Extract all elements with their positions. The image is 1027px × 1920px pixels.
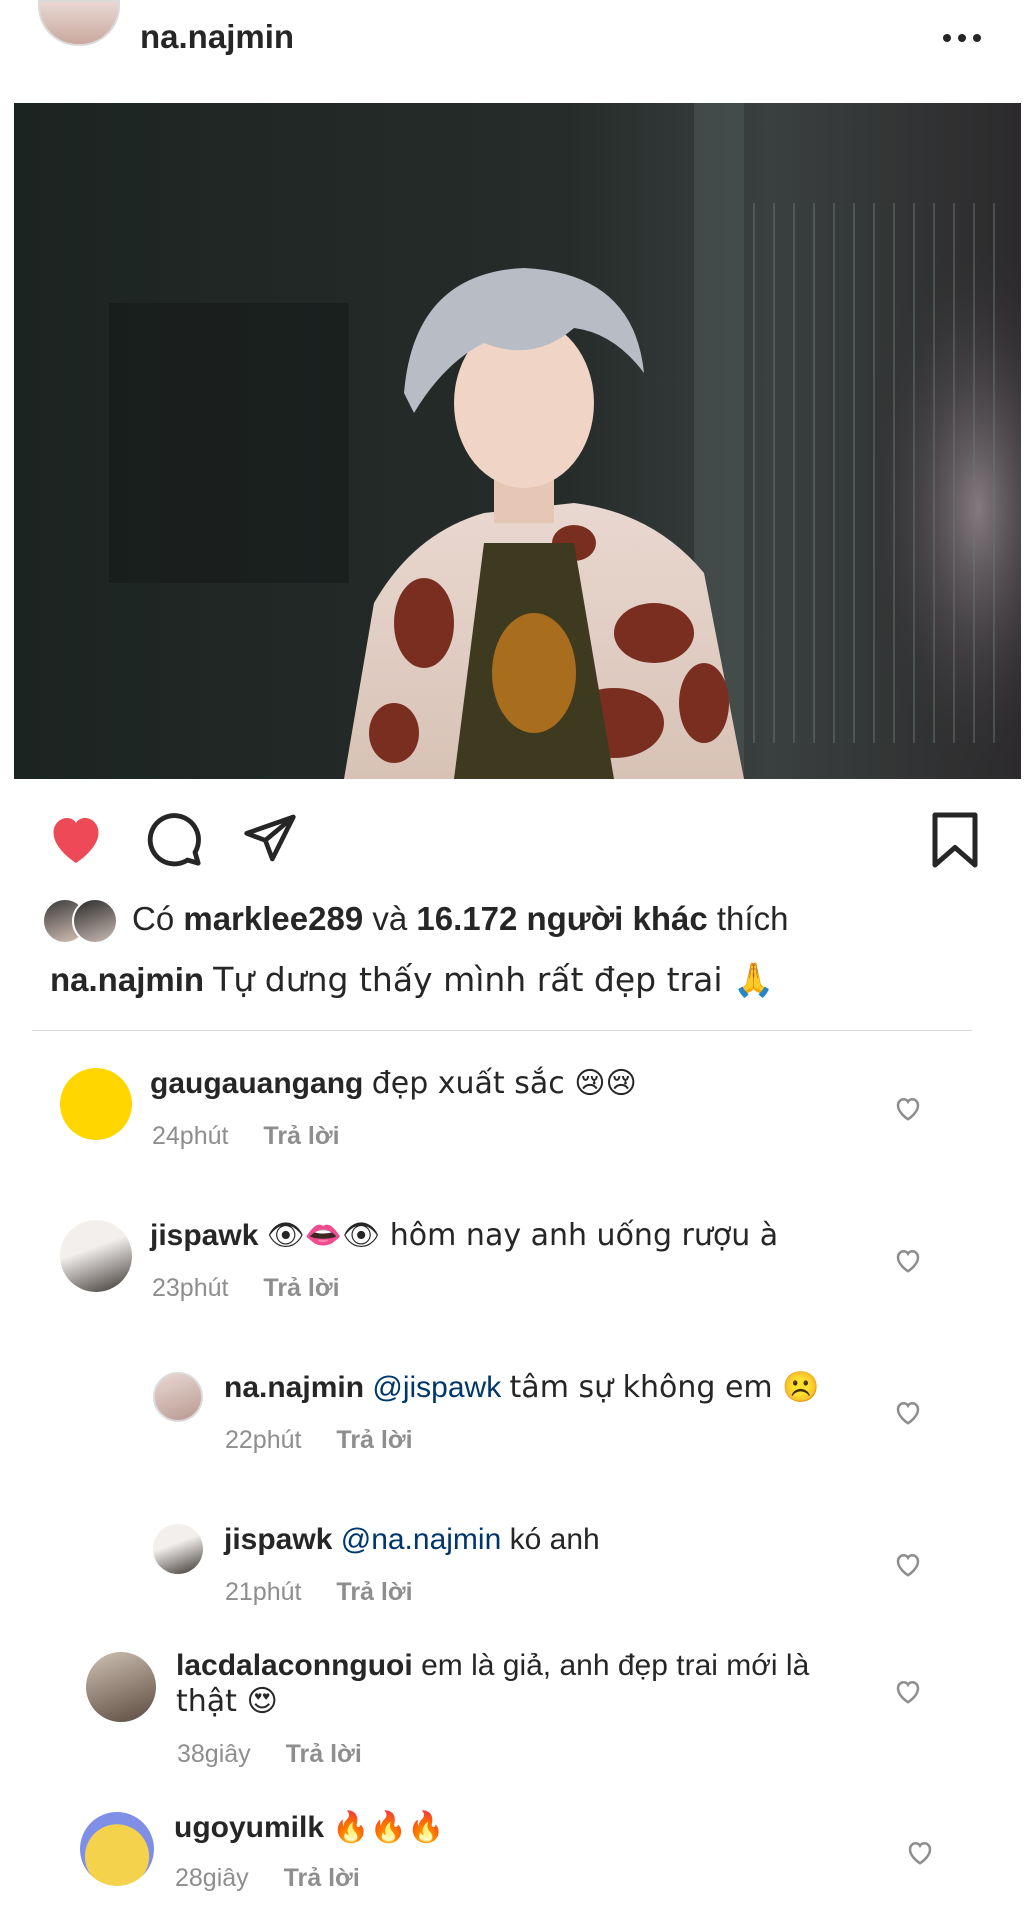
- comment-icon[interactable]: [145, 810, 203, 868]
- comment-like-icon[interactable]: [893, 1094, 923, 1127]
- reply-button[interactable]: Trả lời: [336, 1578, 412, 1606]
- comment-text: kó anh: [509, 1523, 600, 1556]
- caption-username[interactable]: na.najmin: [50, 961, 204, 998]
- comment-meta: 38giây Trả lời: [177, 1740, 362, 1769]
- reply-button[interactable]: Trả lời: [286, 1740, 362, 1768]
- bookmark-icon[interactable]: [930, 810, 980, 870]
- likes-user[interactable]: marklee289: [183, 900, 363, 937]
- comment-body: ugoyumilk 🔥🔥🔥: [174, 1810, 444, 1846]
- comment-like-icon[interactable]: [905, 1838, 935, 1871]
- reply-body: na.najmin @jispawk tâm sự không em ☹️: [224, 1370, 820, 1406]
- comment-body: lacdalaconnguoi em là giả, anh đẹp trai …: [176, 1648, 856, 1720]
- post-author-avatar[interactable]: [38, 0, 120, 46]
- commenter-avatar[interactable]: [60, 1068, 132, 1140]
- comment-meta: 24phút Trả lời: [152, 1122, 340, 1151]
- reply-avatar[interactable]: [153, 1524, 203, 1574]
- likes-connector: và: [372, 900, 408, 937]
- comment-time: 24phút: [152, 1122, 229, 1150]
- commenter-avatar[interactable]: [60, 1220, 132, 1292]
- reply-button[interactable]: Trả lời: [263, 1122, 339, 1150]
- comment-time: 38giây: [177, 1740, 251, 1768]
- comment-time: 21phút: [225, 1578, 302, 1606]
- comment-text: 👁👄👁 hôm nay anh uống rượu à: [266, 1218, 779, 1253]
- comment-time: 28giây: [175, 1864, 249, 1892]
- comment-time: 23phút: [152, 1274, 229, 1302]
- liker-avatar: [72, 898, 118, 944]
- comment-username[interactable]: gaugauangang: [150, 1067, 363, 1100]
- comment-text: tâm sự không em ☹️: [509, 1370, 820, 1405]
- liker-avatars[interactable]: [42, 898, 122, 944]
- comment-body: gaugauangang đẹp xuất sắc 😢😢: [150, 1066, 637, 1102]
- reply-avatar[interactable]: [153, 1372, 203, 1422]
- comment-text: 🔥🔥🔥: [332, 1810, 445, 1845]
- comment-time: 22phút: [225, 1426, 302, 1454]
- divider: [32, 1030, 972, 1031]
- more-icon[interactable]: [940, 30, 984, 42]
- likes-count[interactable]: 16.172 người khác: [416, 900, 707, 937]
- comment-username[interactable]: jispawk: [224, 1523, 332, 1556]
- like-heart-icon[interactable]: [46, 810, 106, 866]
- send-icon[interactable]: [242, 812, 298, 864]
- comment-meta: 23phút Trả lời: [152, 1274, 340, 1303]
- reply-button[interactable]: Trả lời: [336, 1426, 412, 1454]
- post-author-username[interactable]: na.najmin: [140, 18, 294, 56]
- comment-body: jispawk 👁👄👁 hôm nay anh uống rượu à: [150, 1218, 778, 1254]
- comment-meta: 22phút Trả lời: [225, 1426, 413, 1455]
- commenter-avatar[interactable]: [86, 1652, 156, 1722]
- comment-like-icon[interactable]: [893, 1677, 923, 1710]
- comment-like-icon[interactable]: [893, 1550, 923, 1583]
- likes-prefix: Có: [132, 900, 175, 937]
- mention-link[interactable]: @jispawk: [372, 1371, 501, 1404]
- reply-button[interactable]: Trả lời: [284, 1864, 360, 1892]
- comment-text-continued: thật 😍: [176, 1684, 278, 1719]
- comment-text: đẹp xuất sắc 😢😢: [371, 1066, 637, 1101]
- comment-meta: 28giây Trả lời: [175, 1864, 360, 1893]
- caption-text: Tự dưng thấy mình rất đẹp trai 🙏: [213, 960, 775, 999]
- comment-text: em là giả, anh đẹp trai mới là: [421, 1649, 810, 1682]
- likes-summary[interactable]: Có marklee289 và 16.172 người khác thích: [132, 900, 788, 938]
- commenter-avatar[interactable]: [80, 1812, 154, 1886]
- post-caption: na.najmin Tự dưng thấy mình rất đẹp trai…: [50, 960, 774, 1000]
- comment-username[interactable]: lacdalaconnguoi: [176, 1649, 413, 1682]
- likes-suffix: thích: [716, 900, 789, 937]
- comment-username[interactable]: jispawk: [150, 1219, 258, 1252]
- mention-link[interactable]: @na.najmin: [341, 1523, 502, 1556]
- comment-meta: 21phút Trả lời: [225, 1578, 413, 1607]
- post-photo[interactable]: [14, 103, 1021, 779]
- reply-body: jispawk @na.najmin kó anh: [224, 1522, 600, 1558]
- comment-username[interactable]: na.najmin: [224, 1371, 364, 1404]
- comment-like-icon[interactable]: [893, 1398, 923, 1431]
- comment-username[interactable]: ugoyumilk: [174, 1811, 324, 1844]
- reply-button[interactable]: Trả lời: [263, 1274, 339, 1302]
- comment-like-icon[interactable]: [893, 1246, 923, 1279]
